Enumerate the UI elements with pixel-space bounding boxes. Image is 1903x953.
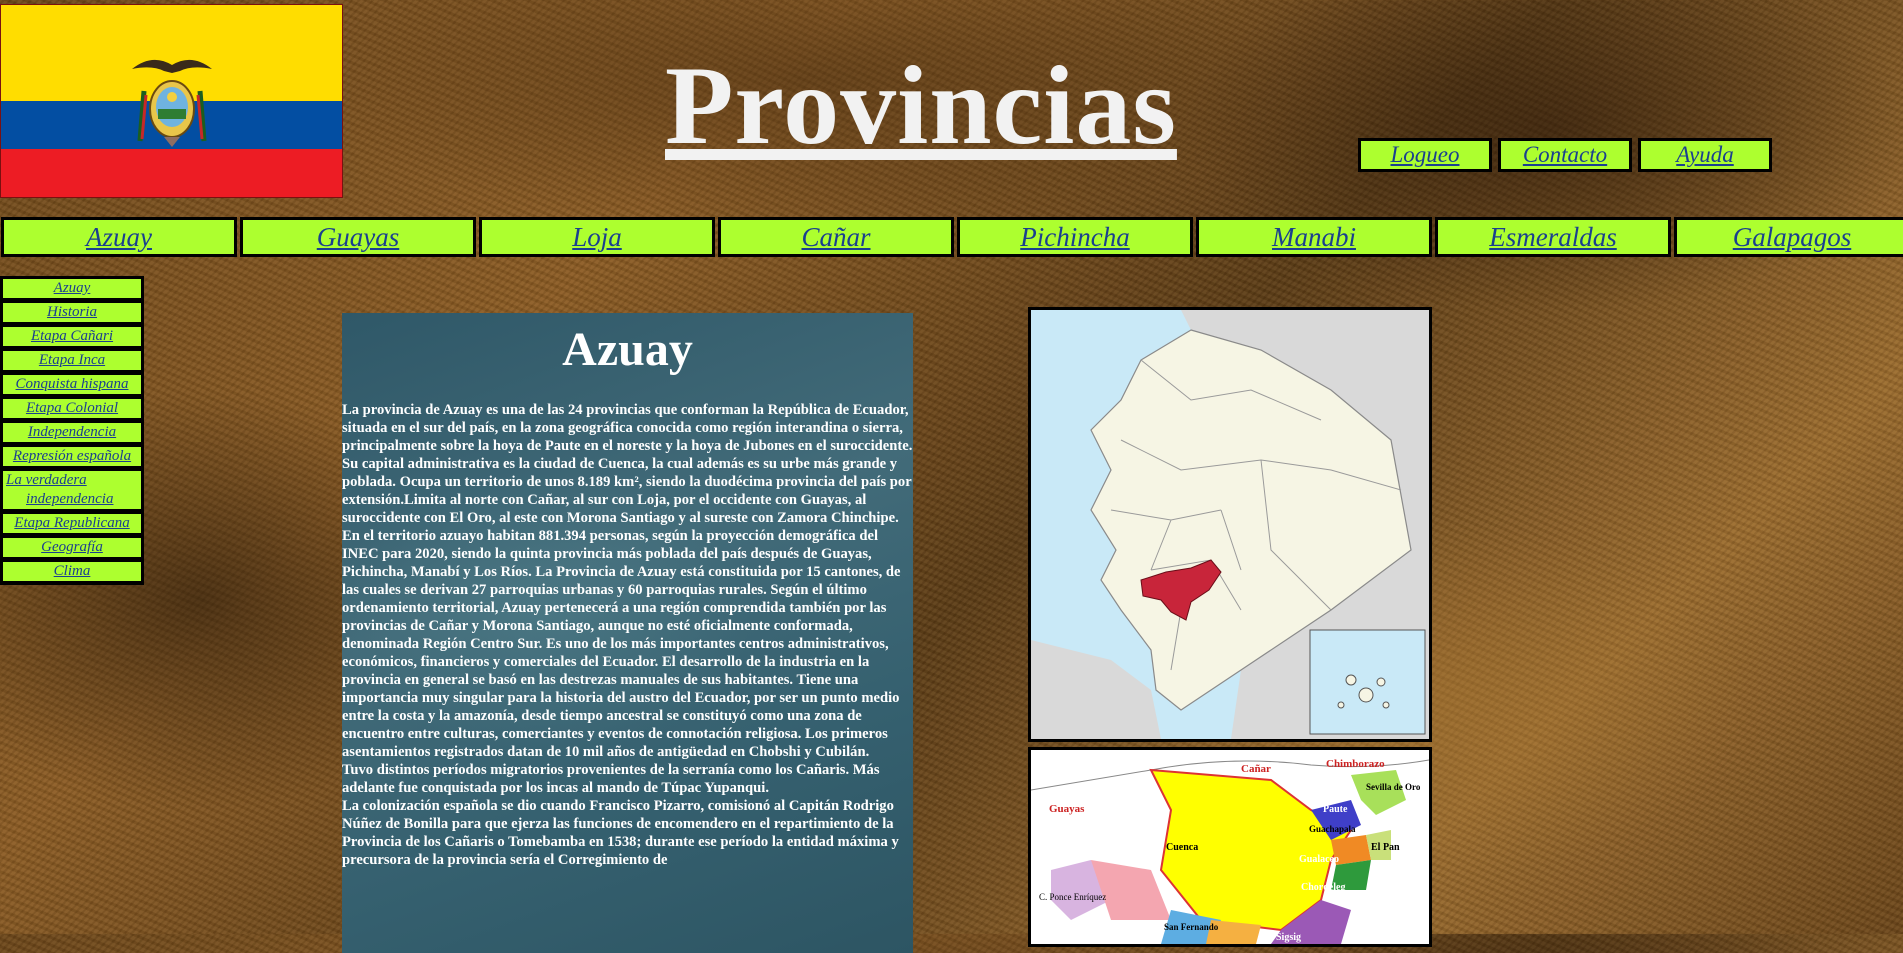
sidebar-item-historia[interactable]: Historia	[2, 302, 142, 323]
help-link[interactable]: Ayuda	[1638, 138, 1772, 172]
sidebar-item-geografia[interactable]: Geografía	[2, 537, 142, 558]
map-label-gualaceo: Gualaceo	[1299, 854, 1339, 865]
article-heading: Azuay	[562, 323, 693, 376]
article-paragraph: En el territorio azuayo habitan 881.394 …	[342, 528, 901, 760]
map-label-guayas: Guayas	[1049, 803, 1085, 815]
nav-azuay[interactable]: Azuay	[1, 217, 237, 257]
province-nav: Azuay Guayas Loja Cañar Pichincha Manabi…	[1, 217, 1903, 257]
map-label-canar: Cañar	[1241, 763, 1271, 775]
map-label-el-pan: El Pan	[1371, 842, 1400, 853]
sidebar-item-etapa-republicana[interactable]: Etapa Republicana	[2, 513, 142, 534]
nav-esmeraldas[interactable]: Esmeraldas	[1435, 217, 1671, 257]
nav-guayas[interactable]: Guayas	[240, 217, 476, 257]
sidebar-item-label: independencia	[26, 491, 114, 507]
nav-pichincha[interactable]: Pichincha	[957, 217, 1193, 257]
ecuador-locator-map	[1028, 307, 1432, 742]
map-label-chordeleg: Chordeleg	[1301, 882, 1345, 893]
sidebar-item-conquista-hispana[interactable]: Conquista hispana	[2, 374, 142, 395]
sidebar-item-etapa-colonial[interactable]: Etapa Colonial	[2, 398, 142, 419]
map-label-guachapala: Guachapala	[1309, 824, 1356, 834]
map-label-sevilla: Sevilla de Oro	[1366, 782, 1421, 792]
sidebar-item-label: La verdadera	[6, 472, 87, 488]
ecuador-flag	[0, 4, 343, 198]
ecuador-map-graphic	[1031, 310, 1429, 739]
article-paragraph: La colonización española se dio cuando F…	[342, 798, 899, 868]
article-paragraph: Su capital administrativa es la ciudad d…	[342, 456, 912, 526]
azuay-cantons-map: Cañar Chimborazo Guayas Sevilla de Oro P…	[1028, 747, 1432, 947]
top-links: Logueo Contacto Ayuda	[1358, 138, 1772, 172]
map-label-cuenca: Cuenca	[1166, 842, 1198, 853]
section-sidebar: Azuay Historia Etapa Cañari Etapa Inca C…	[0, 276, 144, 585]
sidebar-item-azuay[interactable]: Azuay	[2, 278, 142, 299]
article-paragraph: La provincia de Azuay es una de las 24 p…	[342, 402, 913, 454]
sidebar-item-verdadera-independencia[interactable]: La verdadera independencia	[2, 470, 142, 510]
sidebar-item-independencia[interactable]: Independencia	[2, 422, 142, 443]
nav-manabi[interactable]: Manabi	[1196, 217, 1432, 257]
contact-link[interactable]: Contacto	[1498, 138, 1632, 172]
cantons-map-graphic: Cañar Chimborazo Guayas Sevilla de Oro P…	[1031, 750, 1429, 944]
page-title: Provincias	[665, 44, 1177, 168]
login-link[interactable]: Logueo	[1358, 138, 1492, 172]
nav-canar[interactable]: Cañar	[718, 217, 954, 257]
sidebar-item-etapa-inca[interactable]: Etapa Inca	[2, 350, 142, 371]
map-label-san-fernando: San Fernando	[1164, 922, 1219, 932]
sidebar-item-represion-espanola[interactable]: Represión española	[2, 446, 142, 467]
article-paragraph: Tuvo distintos períodos migratorios prov…	[342, 762, 880, 796]
coat-of-arms-icon	[132, 59, 212, 147]
nav-galapagos[interactable]: Galapagos	[1674, 217, 1903, 257]
map-label-paute: Paute	[1323, 804, 1348, 815]
sidebar-item-clima[interactable]: Clima	[2, 561, 142, 582]
nav-loja[interactable]: Loja	[479, 217, 715, 257]
article: Azuay La provincia de Azuay es una de la…	[342, 313, 913, 953]
map-label-chimborazo: Chimborazo	[1326, 758, 1385, 770]
map-label-ponce: C. Ponce Enríquez	[1039, 892, 1106, 902]
sidebar-item-etapa-canari[interactable]: Etapa Cañari	[2, 326, 142, 347]
